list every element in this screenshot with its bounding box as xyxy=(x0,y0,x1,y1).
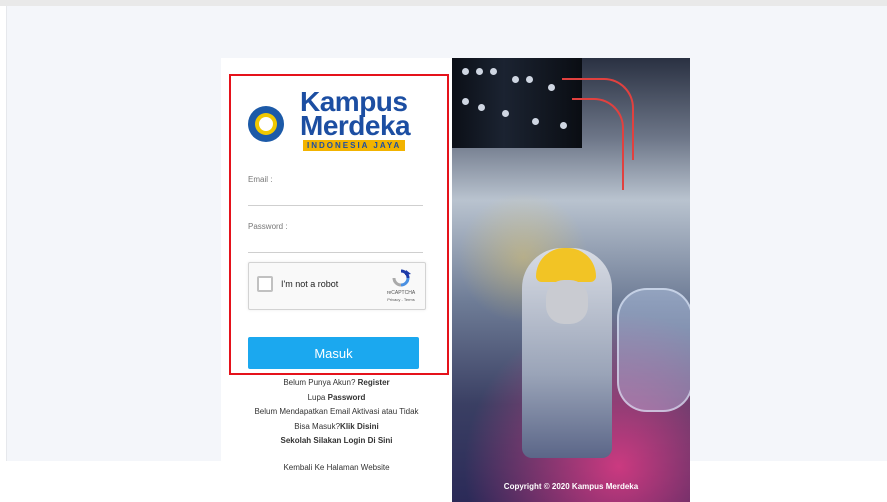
school-login-link[interactable]: Sekolah Silakan Login Di Sini xyxy=(280,436,392,445)
highlight-box xyxy=(229,74,449,375)
back-to-website-link[interactable]: Kembali Ke Halaman Website xyxy=(221,463,452,472)
glass-apparatus xyxy=(617,288,690,412)
no-account-text: Belum Punya Akun? xyxy=(283,378,358,387)
hero-photo xyxy=(452,58,690,502)
forgot-password-link[interactable]: Password xyxy=(328,393,366,402)
auth-links: Belum Punya Akun? Register Lupa Password… xyxy=(221,376,452,449)
forgot-text: Lupa xyxy=(307,392,328,402)
face-mask xyxy=(546,280,588,324)
copyright-text: Copyright © 2020 Kampus Merdeka xyxy=(503,482,639,491)
click-here-link[interactable]: Klik Disini xyxy=(340,422,379,431)
activation-text-1: Belum Mendapatkan Email Aktivasi atau Ti… xyxy=(254,407,419,416)
activation-text-2: Bisa Masuk? xyxy=(294,421,341,431)
register-link[interactable]: Register xyxy=(358,378,390,387)
